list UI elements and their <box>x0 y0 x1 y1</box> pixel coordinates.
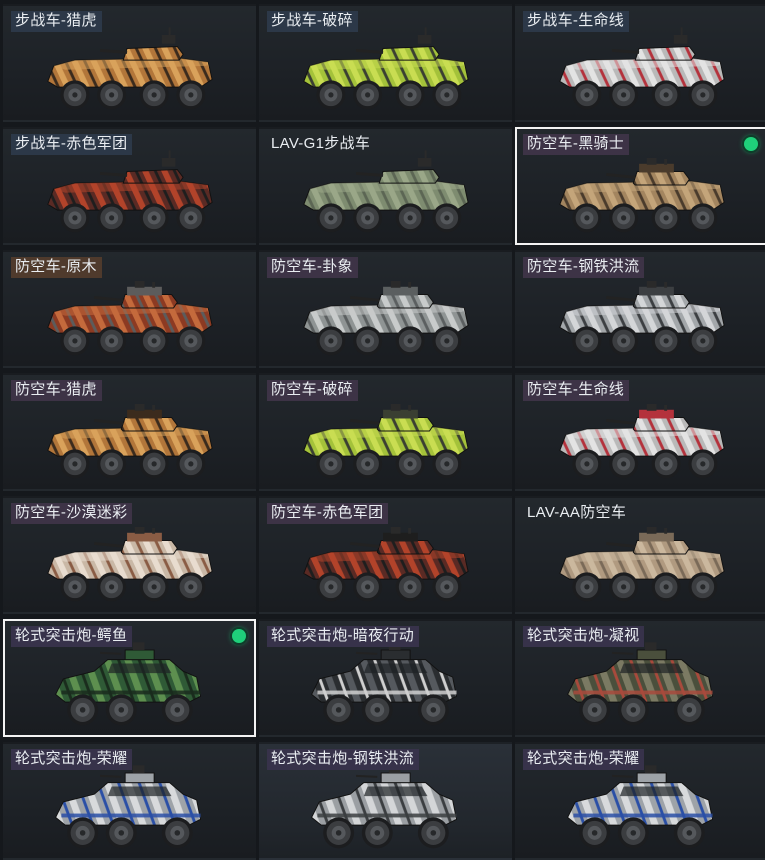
skin-name-label: 轮式突击炮-钢铁洪流 <box>267 749 419 770</box>
skin-card[interactable]: 轮式突击炮-荣耀 <box>3 742 256 860</box>
skin-name-label: 步战车-猎虎 <box>11 11 102 32</box>
skin-name-label: 步战车-生命线 <box>523 11 630 32</box>
skin-card[interactable]: 防空车-赤色军团 <box>259 496 512 614</box>
skin-name-label: 轮式突击炮-鳄鱼 <box>11 626 133 647</box>
skin-name-label: 轮式突击炮-荣耀 <box>11 749 133 770</box>
skin-card[interactable]: 防空车-生命线 <box>515 373 765 491</box>
skin-card[interactable]: 步战车-猎虎 <box>3 4 256 122</box>
skin-card[interactable]: 轮式突击炮-钢铁洪流 <box>259 742 512 860</box>
skin-card[interactable]: 防空车-黑骑士 <box>515 127 765 245</box>
skin-name-label: 轮式突击炮-暗夜行动 <box>267 626 419 647</box>
equipped-indicator-icon <box>744 137 758 151</box>
skin-name-label: 步战车-赤色军团 <box>11 134 133 155</box>
skin-card[interactable]: LAV-AA防空车 <box>515 496 765 614</box>
skin-name-label: 轮式突击炮-凝视 <box>523 626 645 647</box>
skin-card[interactable]: 步战车-生命线 <box>515 4 765 122</box>
skin-name-label: 防空车-破碎 <box>267 380 358 401</box>
skin-name-label: LAV-AA防空车 <box>527 504 627 521</box>
skin-name-label: 步战车-破碎 <box>267 11 358 32</box>
skin-card[interactable]: 防空车-猎虎 <box>3 373 256 491</box>
skin-card[interactable]: 防空车-钢铁洪流 <box>515 250 765 368</box>
skin-grid: 步战车-猎虎 步战车-破碎 步战车-生命线 步战车-赤色军团 LAV-G1步战车… <box>0 0 765 860</box>
skin-name-label: 防空车-原木 <box>11 257 102 278</box>
skin-card[interactable]: 防空车-原木 <box>3 250 256 368</box>
skin-card[interactable]: 轮式突击炮-荣耀 <box>515 742 765 860</box>
skin-name-label: 防空车-生命线 <box>523 380 630 401</box>
skin-name-label: 防空车-卦象 <box>267 257 358 278</box>
equipped-indicator-icon <box>232 629 246 643</box>
skin-card[interactable]: 轮式突击炮-凝视 <box>515 619 765 737</box>
skin-card[interactable]: LAV-G1步战车 <box>259 127 512 245</box>
skin-name-label: 轮式突击炮-荣耀 <box>523 749 645 770</box>
skin-name-label: 防空车-黑骑士 <box>523 134 630 155</box>
skin-card[interactable]: 步战车-破碎 <box>259 4 512 122</box>
skin-name-label: 防空车-赤色军团 <box>267 503 389 524</box>
skin-card[interactable]: 步战车-赤色军团 <box>3 127 256 245</box>
skin-name-label: 防空车-猎虎 <box>11 380 102 401</box>
skin-name-label: 防空车-钢铁洪流 <box>523 257 645 278</box>
skin-name-label: LAV-G1步战车 <box>271 135 371 152</box>
skin-card[interactable]: 防空车-卦象 <box>259 250 512 368</box>
skin-card[interactable]: 防空车-破碎 <box>259 373 512 491</box>
skin-card[interactable]: 轮式突击炮-鳄鱼 <box>3 619 256 737</box>
skin-card[interactable]: 轮式突击炮-暗夜行动 <box>259 619 512 737</box>
skin-card[interactable]: 防空车-沙漠迷彩 <box>3 496 256 614</box>
skin-name-label: 防空车-沙漠迷彩 <box>11 503 133 524</box>
